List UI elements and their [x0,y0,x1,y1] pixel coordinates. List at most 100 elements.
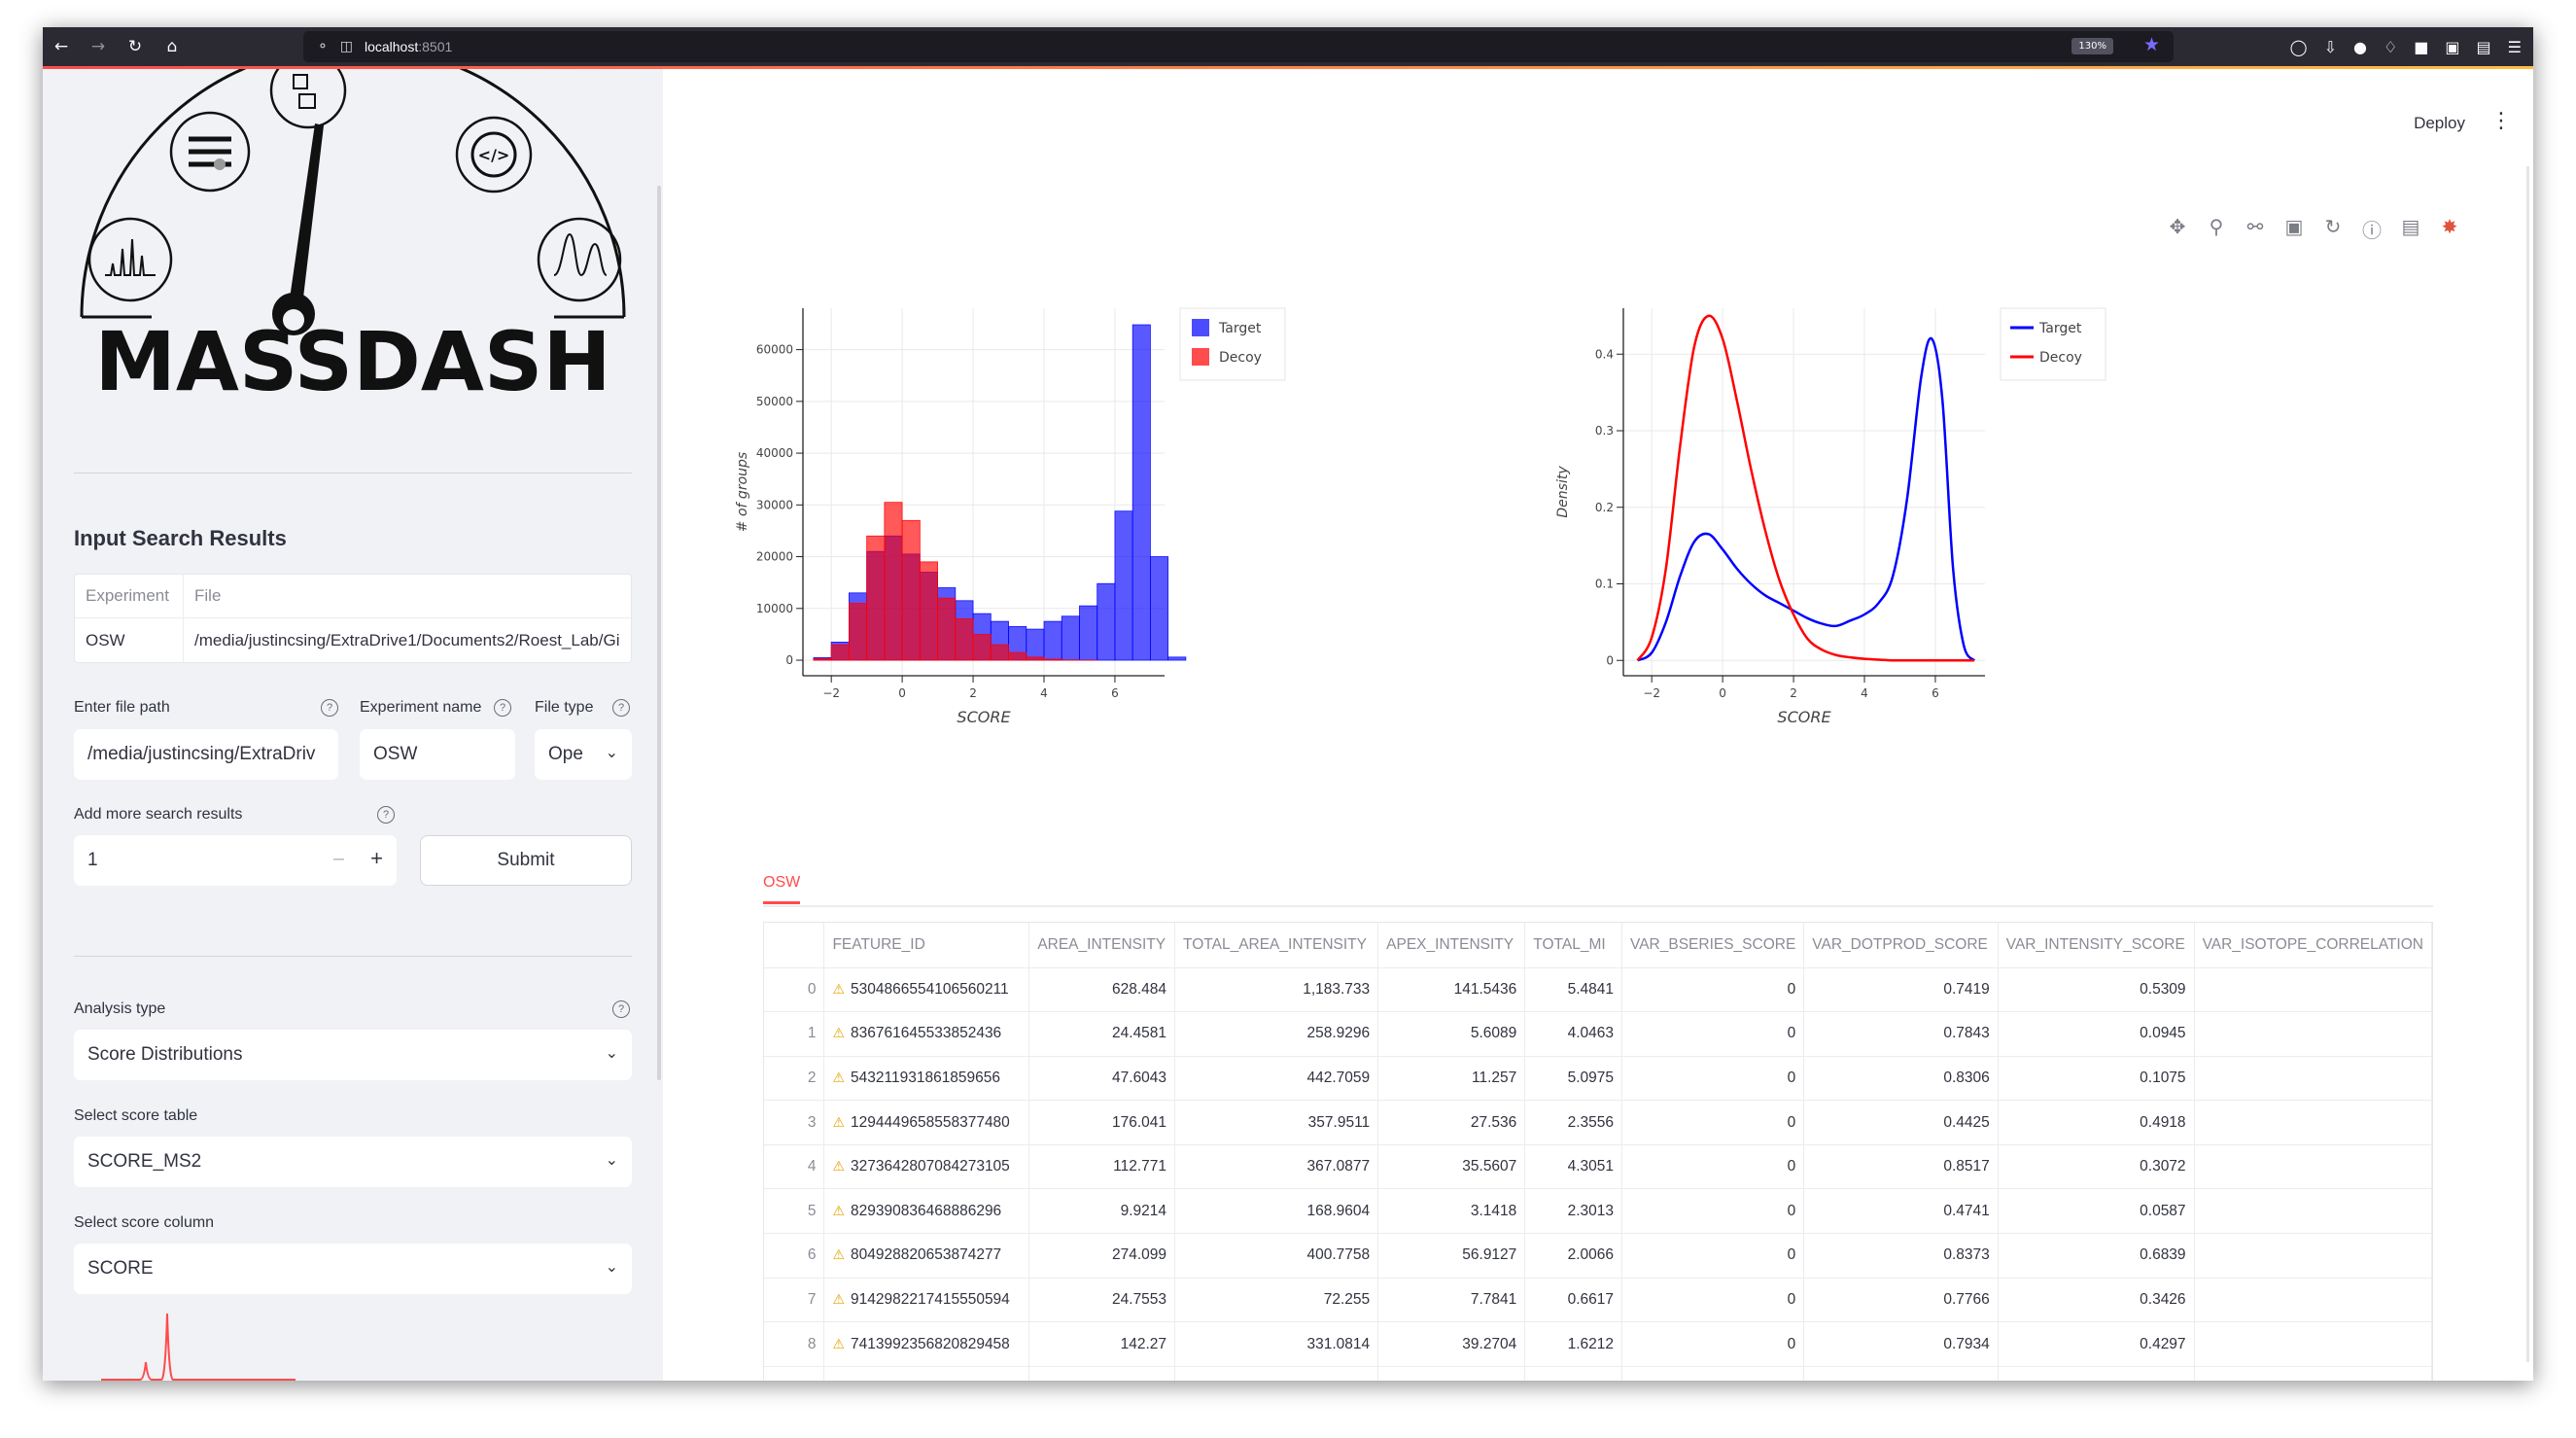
table-cell[interactable]: 9.9214 [1028,1188,1176,1235]
table-cell[interactable]: 35.5607 [1377,1144,1526,1190]
table-cell[interactable]: 0.8306 [1803,1056,1999,1102]
bokeh-logo-icon[interactable]: ✸ [2437,215,2462,243]
table-row[interactable]: 6 ⚠ 804928820653874277 274.099 400.7758 56.91… [764,1233,2432,1279]
table-cell[interactable]: 0 [1621,1366,1805,1381]
row-index-cell[interactable]: 3 [764,1100,825,1145]
main-scrollbar[interactable] [2526,166,2529,1362]
tab-osw[interactable]: OSW [763,868,801,904]
add-more-help-icon[interactable]: ? [377,806,395,824]
table-cell[interactable]: 0 [1621,1011,1805,1057]
table-cell[interactable]: 0.4741 [1803,1188,1999,1235]
table-cell[interactable]: 0 [1621,967,1805,1013]
row-index-cell[interactable]: 4 [764,1144,825,1190]
column-header[interactable]: VAR_ISOTOPE_CORRELATION [2194,923,2432,968]
table-cell[interactable]: ⚠ 2228212175176858427 [823,1366,1030,1381]
table-cell[interactable]: ⚠ 3273642807084273105 [823,1144,1030,1190]
add-more-number-input[interactable]: 1 – + [74,835,397,886]
table-row[interactable]: 8 ⚠ 7413992356820829458 142.27 331.0814 39.27… [764,1321,2432,1367]
score-column-select[interactable]: SCORE ⌄ [74,1244,632,1294]
hover-icon[interactable]: ▤ [2398,215,2423,243]
table-cell[interactable]: 628.484 [1028,967,1176,1013]
table-cell[interactable]: 0.4425 [1803,1100,1999,1145]
table-cell[interactable]: 141.5436 [1377,967,1526,1013]
table-cell[interactable]: 27.71 [1028,1366,1176,1381]
file-type-select[interactable]: Ope ⌄ [535,729,632,780]
table-cell[interactable]: 7.7841 [1377,1278,1526,1323]
table-cell[interactable]: 9.4608 [1377,1366,1526,1381]
table-cell[interactable] [2194,1100,2432,1145]
table-cell[interactable]: 0.3072 [1998,1144,2195,1190]
table-row[interactable]: OSW /media/justincsing/ExtraDrive1/Docum… [75,618,631,662]
table-cell[interactable] [2194,1144,2432,1190]
box-zoom-icon[interactable]: ⚲ [2204,215,2229,243]
table-cell[interactable]: 367.0877 [1174,1144,1379,1190]
table-cell[interactable]: 0 [1621,1278,1805,1323]
table-cell[interactable]: 24.7553 [1028,1278,1176,1323]
score-histogram-chart[interactable]: −2 0 2 4 6 0 10000 20000 30000 40000 50000 60000 SCO… [723,234,1297,808]
column-header[interactable]: VAR_BSERIES_SCORE [1621,923,1805,968]
table-cell[interactable]: 357.9511 [1174,1100,1379,1145]
score-table-select[interactable]: SCORE_MS2 ⌄ [74,1137,632,1187]
table-cell[interactable]: 0.7766 [1803,1278,1999,1323]
table-cell[interactable]: 400.7758 [1174,1233,1379,1279]
sidebar-scrollbar[interactable] [657,186,661,1080]
table-row[interactable]: 5 ⚠ 829390836468886296 9.9214 168.9604 3.1418… [764,1188,2432,1235]
table-cell[interactable]: 0.1434 [1998,1366,2195,1381]
table-cell[interactable]: 193.2796 [1174,1366,1379,1381]
row-index-cell[interactable]: 6 [764,1233,825,1279]
home-icon[interactable]: ⌂ [154,37,191,56]
table-row[interactable]: 3 ⚠ 1294449658558377480 176.041 357.9511 27.5… [764,1100,2432,1145]
puzzle-icon[interactable]: ♢ [2384,38,2397,56]
table-cell[interactable]: 0.6146 [1803,1366,1999,1381]
increment-icon[interactable]: + [370,846,383,871]
extension-icon-3[interactable]: ▣ [2445,38,2459,56]
table-cell[interactable]: 0.4918 [1998,1100,2195,1145]
hamburger-menu-icon[interactable]: ☰ [2508,38,2522,56]
table-cell[interactable]: 0.5309 [1998,967,2195,1013]
table-cell[interactable]: 274.099 [1028,1233,1176,1279]
file-type-help-icon[interactable]: ? [612,699,630,717]
table-cell[interactable]: 0 [1621,1056,1805,1102]
deploy-button[interactable]: Deploy [2414,114,2465,133]
table-cell[interactable]: ⚠ 804928820653874277 [823,1233,1030,1279]
table-cell[interactable]: ⚠ 829390836468886296 [823,1188,1030,1235]
table-cell[interactable]: 112.771 [1028,1144,1176,1190]
pan-icon[interactable]: ✥ [2165,215,2190,243]
submit-button[interactable]: Submit [420,835,632,886]
analysis-type-help-icon[interactable]: ? [612,1000,630,1018]
table-row[interactable]: 2 ⚠ 543211931861859656 47.6043 442.7059 11.25… [764,1056,2432,1102]
table-cell[interactable] [2194,1188,2432,1235]
table-cell[interactable]: 24.4581 [1028,1011,1176,1057]
score-density-chart[interactable]: −2 0 2 4 6 0 0.1 0.2 0.3 0.4 SCORE Density Target Dec… [1549,234,2111,808]
save-icon[interactable]: ▣ [2281,215,2307,243]
table-cell[interactable]: 4.3051 [1524,1144,1623,1190]
table-cell[interactable]: 56.9127 [1377,1233,1526,1279]
table-cell[interactable]: 2.0066 [1524,1233,1623,1279]
table-cell[interactable]: 5.6089 [1377,1011,1526,1057]
extension-icon-1[interactable]: ● [2353,38,2367,56]
column-header[interactable]: FEATURE_ID [823,923,1030,968]
row-index-cell[interactable]: 9 [764,1366,825,1381]
table-cell[interactable]: 11.257 [1377,1056,1526,1102]
row-index-cell[interactable]: 0 [764,967,825,1013]
column-header[interactable]: VAR_DOTPROD_SCORE [1803,923,1999,968]
pocket-icon[interactable]: ◯ [2290,38,2308,56]
file-path-help-icon[interactable]: ? [321,699,338,717]
table-cell[interactable]: 47.6043 [1028,1056,1176,1102]
table-cell[interactable]: 5.4841 [1524,967,1623,1013]
table-cell[interactable]: 0.8373 [1803,1233,1999,1279]
column-header[interactable]: AREA_INTENSITY [1028,923,1176,968]
analysis-type-select[interactable]: Score Distributions ⌄ [74,1030,632,1080]
table-row[interactable]: 1 ⚠ 836761645533852436 24.4581 258.9296 5.608… [764,1011,2432,1057]
table-cell[interactable]: 176.041 [1028,1100,1176,1145]
table-cell[interactable]: 3.1418 [1377,1188,1526,1235]
table-cell[interactable]: 0.4297 [1998,1321,2195,1367]
table-cell[interactable]: 39.2704 [1377,1321,1526,1367]
table-cell[interactable]: ⚠ 5304866554106560211 [823,967,1030,1013]
column-header[interactable]: APEX_INTENSITY [1377,923,1526,968]
table-cell[interactable]: ⚠ 1294449658558377480 [823,1100,1030,1145]
column-header[interactable]: TOTAL_MI [1524,923,1623,968]
table-cell[interactable] [2194,1278,2432,1323]
reader-icon[interactable]: ▤ [2477,38,2491,56]
table-cell[interactable]: 2.3556 [1524,1100,1623,1145]
